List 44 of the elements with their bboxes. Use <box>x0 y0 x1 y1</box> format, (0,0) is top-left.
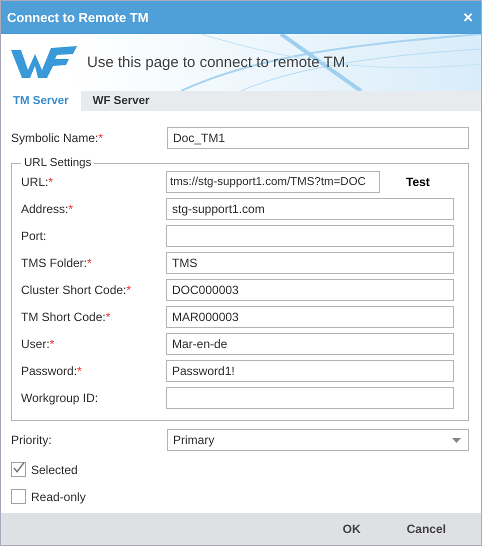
dialog-button[interactable]: Cancel <box>384 518 469 540</box>
test-button[interactable]: Test <box>400 174 436 190</box>
input-field[interactable]: MAR000003 <box>166 306 454 328</box>
header-text: Use this page to connect to remote TM. <box>87 54 350 71</box>
field-label: URL: <box>21 175 48 189</box>
input-field[interactable]: Mar-en-de <box>166 333 454 355</box>
logo-icon <box>11 46 77 80</box>
required-mark: * <box>50 337 54 351</box>
input-field[interactable]: TMS <box>166 252 454 274</box>
required-mark: * <box>68 202 74 216</box>
input-field[interactable]: DOC000003 <box>166 279 454 301</box>
field-label: Password: <box>21 364 78 378</box>
checkbox-label: Read-only <box>31 490 86 504</box>
tab[interactable]: WF Server <box>80 91 162 111</box>
field-label: Port: <box>21 229 46 243</box>
required-mark: * <box>126 283 132 297</box>
required-mark: * <box>77 364 82 378</box>
required-mark: * <box>98 131 104 145</box>
input-field[interactable]: Doc_TM1 <box>167 127 469 149</box>
checkbox[interactable] <box>11 462 26 477</box>
dropdown-value: Primary <box>173 433 214 447</box>
priority-dropdown[interactable]: Primary <box>167 429 469 451</box>
field-label: Workgroup ID: <box>21 391 98 405</box>
field-label: Cluster Short Code: <box>21 283 126 297</box>
field-label: TM Short Code: <box>21 310 106 324</box>
dropdown-arrow-icon <box>452 438 461 442</box>
group-legend: URL Settings <box>21 157 94 169</box>
input-field[interactable]: tms://stg-support1.com/TMS?tm=DOC <box>166 171 380 193</box>
required-mark: * <box>106 310 110 324</box>
field-label: Symbolic Name: <box>11 131 98 145</box>
field-label: Address: <box>21 202 68 216</box>
field-label: User: <box>21 337 50 351</box>
checkbox-label: Selected <box>31 462 78 476</box>
input-field[interactable] <box>166 225 454 247</box>
required-mark: * <box>87 256 92 270</box>
checkbox[interactable] <box>11 489 26 504</box>
dialog-button[interactable]: OK <box>320 518 384 540</box>
window-title: Connect to Remote TM <box>7 10 149 25</box>
field-label: TMS Folder: <box>21 256 88 270</box>
input-field[interactable] <box>166 387 454 409</box>
input-field[interactable]: Password1! <box>166 360 454 382</box>
input-field[interactable]: stg-support1.com <box>166 198 454 220</box>
field-label: Priority: <box>11 433 52 447</box>
required-mark: * <box>48 175 54 189</box>
